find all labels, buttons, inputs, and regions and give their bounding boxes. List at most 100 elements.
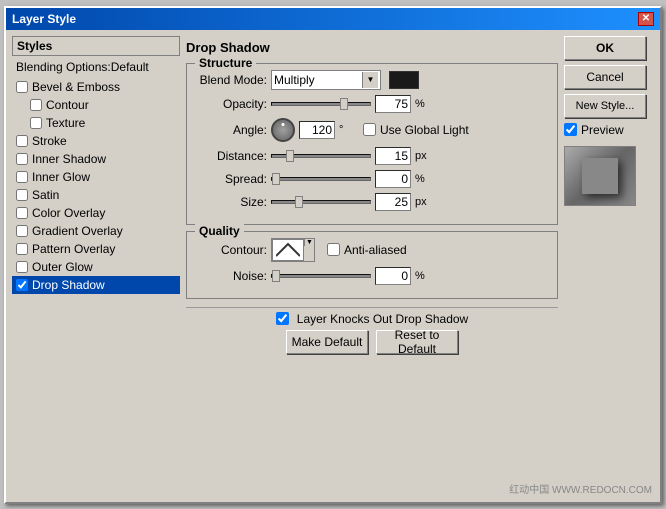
sidebar-item-drop-shadow[interactable]: Drop Shadow (12, 276, 180, 294)
sidebar-item-bevel[interactable]: Bevel & Emboss (12, 78, 180, 96)
layer-style-dialog: Layer Style ✕ Styles Blending Options:De… (4, 6, 662, 504)
layer-knocks-row: Layer Knocks Out Drop Shadow (196, 312, 548, 326)
dialog-body: Styles Blending Options:Default Bevel & … (6, 30, 660, 502)
sidebar-item-satin[interactable]: Satin (12, 186, 180, 204)
contour-label: Contour (46, 98, 89, 112)
spread-label: Spread: (197, 172, 267, 186)
sidebar-item-contour[interactable]: Contour (12, 96, 180, 114)
spread-row: Spread: % (197, 170, 547, 188)
sidebar-item-color-overlay[interactable]: Color Overlay (12, 204, 180, 222)
distance-input[interactable] (375, 147, 411, 165)
layer-knocks-checkbox[interactable] (276, 312, 289, 325)
angle-row: Angle: ° Use Global Light (197, 118, 547, 142)
sidebar-item-texture[interactable]: Texture (12, 114, 180, 132)
stroke-label: Stroke (32, 134, 67, 148)
inner-glow-checkbox[interactable] (16, 171, 28, 183)
default-buttons-row: Make Default Reset to Default (196, 330, 548, 354)
size-label: Size: (197, 195, 267, 209)
sidebar-item-inner-glow[interactable]: Inner Glow (12, 168, 180, 186)
inner-shadow-label: Inner Shadow (32, 152, 106, 166)
noise-slider[interactable] (271, 274, 371, 278)
opacity-row: Opacity: % (197, 95, 547, 113)
opacity-slider[interactable] (271, 102, 371, 106)
main-section-title: Drop Shadow (186, 36, 558, 57)
outer-glow-label: Outer Glow (32, 260, 93, 274)
angle-indicator (282, 123, 285, 126)
middle-panel: Drop Shadow Structure Blend Mode: Multip… (186, 36, 558, 496)
color-overlay-label: Color Overlay (32, 206, 105, 220)
structure-section: Structure Blend Mode: Multiply ▼ Opacity… (186, 63, 558, 225)
contour-dropdown[interactable]: ▼ (271, 238, 315, 262)
sidebar-item-outer-glow[interactable]: Outer Glow (12, 258, 180, 276)
structure-title: Structure (195, 56, 256, 70)
pattern-overlay-label: Pattern Overlay (32, 242, 115, 256)
outer-glow-checkbox[interactable] (16, 261, 28, 273)
size-input[interactable] (375, 193, 411, 211)
contour-arrow[interactable]: ▼ (304, 239, 314, 246)
pattern-overlay-checkbox[interactable] (16, 243, 28, 255)
preview-box (564, 146, 636, 206)
reset-to-default-button[interactable]: Reset to Default (376, 330, 458, 354)
preview-inner (582, 158, 618, 194)
size-unit: px (415, 196, 431, 208)
bevel-checkbox[interactable] (16, 81, 28, 93)
size-slider[interactable] (271, 200, 371, 204)
color-overlay-checkbox[interactable] (16, 207, 28, 219)
noise-input[interactable] (375, 267, 411, 285)
make-default-button[interactable]: Make Default (286, 330, 368, 354)
spread-input[interactable] (375, 170, 411, 188)
title-bar: Layer Style ✕ (6, 8, 660, 30)
noise-row: Noise: % (197, 267, 547, 285)
blending-options[interactable]: Blending Options:Default (12, 58, 180, 76)
inner-glow-label: Inner Glow (32, 170, 90, 184)
global-light-label: Use Global Light (380, 123, 469, 137)
blend-mode-arrow[interactable]: ▼ (362, 72, 378, 88)
drop-shadow-label: Drop Shadow (32, 278, 105, 292)
bottom-area: Layer Knocks Out Drop Shadow Make Defaul… (186, 307, 558, 362)
quality-title: Quality (195, 224, 244, 238)
ok-button[interactable]: OK (564, 36, 646, 60)
global-light-container: Use Global Light (363, 123, 469, 137)
anti-aliased-label: Anti-aliased (344, 243, 407, 257)
anti-aliased-checkbox[interactable] (327, 243, 340, 256)
satin-checkbox[interactable] (16, 189, 28, 201)
anti-aliased-container: Anti-aliased (327, 243, 407, 257)
close-button[interactable]: ✕ (638, 12, 654, 26)
sidebar-item-gradient-overlay[interactable]: Gradient Overlay (12, 222, 180, 240)
noise-label: Noise: (197, 269, 267, 283)
inner-shadow-checkbox[interactable] (16, 153, 28, 165)
blend-mode-value: Multiply (274, 73, 362, 87)
contour-checkbox[interactable] (30, 99, 42, 111)
distance-slider[interactable] (271, 154, 371, 158)
distance-row: Distance: px (197, 147, 547, 165)
angle-dial[interactable] (271, 118, 295, 142)
sidebar-item-inner-shadow[interactable]: Inner Shadow (12, 150, 180, 168)
size-row: Size: px (197, 193, 547, 211)
spread-unit: % (415, 173, 431, 185)
blend-mode-dropdown[interactable]: Multiply ▼ (271, 70, 381, 90)
right-panel: OK Cancel New Style... Preview (564, 36, 654, 496)
preview-checkbox[interactable] (564, 123, 577, 136)
watermark: 红动中国 WWW.REDOCN.COM (509, 481, 652, 496)
global-light-checkbox[interactable] (363, 123, 376, 136)
spread-slider[interactable] (271, 177, 371, 181)
cancel-button[interactable]: Cancel (564, 65, 646, 89)
sidebar-item-pattern-overlay[interactable]: Pattern Overlay (12, 240, 180, 258)
drop-shadow-checkbox[interactable] (16, 279, 28, 291)
contour-preview[interactable] (272, 239, 304, 261)
bevel-label: Bevel & Emboss (32, 80, 120, 94)
gradient-overlay-checkbox[interactable] (16, 225, 28, 237)
new-style-button[interactable]: New Style... (564, 94, 646, 118)
angle-input[interactable] (299, 121, 335, 139)
texture-checkbox[interactable] (30, 117, 42, 129)
sidebar-item-stroke[interactable]: Stroke (12, 132, 180, 150)
stroke-checkbox[interactable] (16, 135, 28, 147)
style-list: Bevel & Emboss Contour Texture Stroke In… (12, 78, 180, 294)
opacity-input[interactable] (375, 95, 411, 113)
distance-label: Distance: (197, 149, 267, 163)
quality-section: Quality Contour: ▼ Anti-alia (186, 231, 558, 299)
left-panel: Styles Blending Options:Default Bevel & … (12, 36, 180, 496)
styles-header: Styles (12, 36, 180, 56)
layer-knocks-label: Layer Knocks Out Drop Shadow (297, 312, 468, 326)
color-swatch[interactable] (389, 71, 419, 89)
